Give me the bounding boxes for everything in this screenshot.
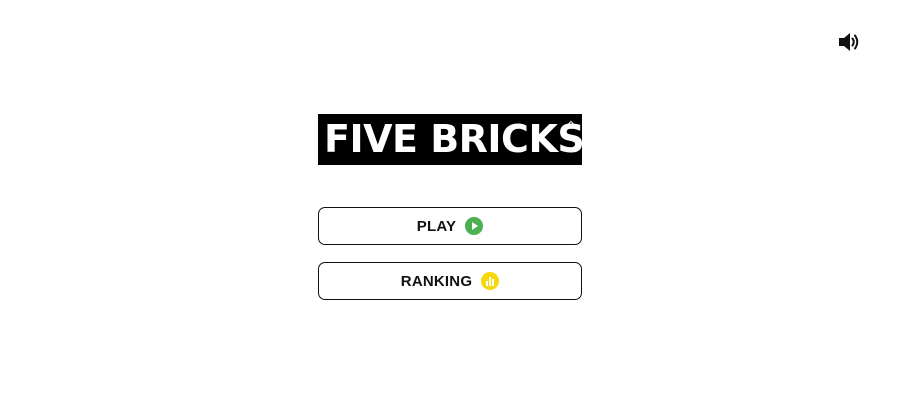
play-circle-icon [465,217,484,235]
ranking-button[interactable]: RANKING [318,262,582,300]
play-button-label: PLAY [416,217,457,235]
ranking-button-label: RANKING [400,272,473,290]
bar-chart-circle-icon [481,272,500,290]
game-logo: FIVE BRICKS [318,114,585,165]
play-button[interactable]: PLAY [318,207,582,245]
game-start-screen: FIVE BRICKS PLAY RANKING [0,0,900,414]
game-title: FIVE BRICKS [324,117,585,161]
sound-toggle-button[interactable] [836,30,862,54]
speaker-volume-icon [839,33,859,51]
